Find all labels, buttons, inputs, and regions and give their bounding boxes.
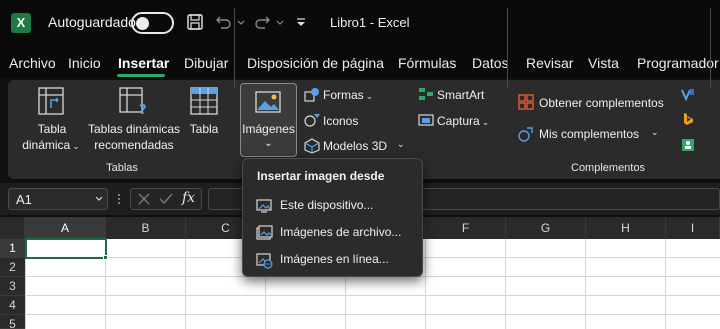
menu-item-stock-images[interactable]: Imágenes de archivo... [253,221,418,245]
my-addins-icon [518,127,533,142]
online-images-icon [256,253,273,269]
tab-datos[interactable]: Datos [472,55,509,71]
ribbon-tabs: Archivo Inicio Insertar Dibujar Disposic… [0,46,720,78]
screenshot-icon [418,114,434,126]
pivot-table-icon [38,87,64,115]
tab-revisar[interactable]: Revisar [526,55,573,71]
icons-icon [304,114,320,127]
tab-dibujar[interactable]: Dibujar [184,55,228,71]
column-header[interactable]: B [106,217,186,239]
group-label-tablas: Tablas [106,162,138,174]
people-graph-icon[interactable] [681,138,695,152]
tab-archivo[interactable]: Archivo [9,55,56,71]
shapes-button[interactable]: Formas ⌄ [323,88,373,102]
undo-icon[interactable] [214,13,232,31]
recommended-pivot-icon: ? [119,87,147,116]
3d-models-chevron-icon[interactable]: ⌄ [397,139,405,150]
smartart-label[interactable]: SmartArt [437,88,484,102]
bing-icon[interactable] [681,112,695,126]
redo-icon[interactable] [254,13,272,31]
row-header[interactable]: 2 [0,258,25,277]
column-header[interactable]: G [506,217,586,239]
menu-item-label: Imágenes de archivo... [280,225,402,239]
3d-models-label[interactable]: Modelos 3D [323,139,387,153]
tab-vista[interactable]: Vista [588,55,619,71]
tab-insertar[interactable]: Insertar [118,55,169,71]
get-addins-icon [518,94,534,110]
get-addins-label[interactable]: Obtener complementos [539,96,664,110]
customize-toolbar-icon[interactable] [294,13,308,31]
my-addins-chevron-icon[interactable]: ⌄ [651,127,659,138]
smartart-icon [419,88,433,100]
row-header[interactable]: 4 [0,296,25,315]
icons-label[interactable]: Iconos [323,114,358,128]
column-header[interactable]: H [586,217,666,239]
name-box[interactable]: A1 [8,188,108,210]
cancel-icon[interactable] [137,192,151,206]
recommended-pivot-label-2[interactable]: recomendadas [88,137,180,153]
my-addins-label[interactable]: Mis complementos [539,127,639,141]
images-chevron-icon: ⌄ [264,138,273,149]
chevron-down-icon: ⌄ [365,91,374,101]
picture-icon [255,91,281,113]
tab-inicio[interactable]: Inicio [68,55,101,71]
shapes-icon [304,88,319,102]
title-bar: X Autoguardado Libro1 - Excel [0,0,720,46]
excel-logo-icon: X [11,13,31,33]
table-icon [190,87,218,115]
autosave-label: Autoguardado [48,14,136,30]
screenshot-button[interactable]: Captura ⌄ [437,114,489,128]
chevron-down-icon: ⌄ [481,117,490,127]
fill-handle[interactable] [103,255,108,260]
select-all-corner[interactable] [0,217,25,239]
undo-dropdown-chevron-icon[interactable] [236,13,246,31]
row-header[interactable]: 1 [0,239,25,258]
stock-images-icon [256,225,273,240]
formula-bar-grip-icon [118,194,120,204]
pivot-table-label-2: dinámica [22,138,71,152]
column-header[interactable]: F [426,217,506,239]
svg-text:?: ? [139,103,147,116]
recommended-pivot-label-1[interactable]: Tablas dinámicas [88,121,180,137]
chevron-down-icon: ⌄ [72,141,80,151]
table-label[interactable]: Tabla [186,121,222,137]
menu-item-label: Este dispositivo... [280,198,374,212]
group-separator [710,8,711,88]
shapes-label: Formas [323,88,364,102]
group-separator [507,8,508,88]
redo-dropdown-chevron-icon[interactable] [275,13,285,31]
column-header[interactable]: I [666,217,720,239]
tab-disposicion-pagina[interactable]: Disposición de página [247,55,384,71]
tab-formulas[interactable]: Fórmulas [398,55,456,71]
pivot-table-button[interactable]: dinámica ⌄ [20,137,82,154]
save-icon[interactable] [186,13,204,31]
screenshot-label: Captura [437,114,480,128]
menu-item-online-images[interactable]: Imágenes en línea... [253,248,418,272]
device-image-icon [256,199,272,213]
autosave-toggle[interactable] [131,12,174,34]
column-header[interactable]: A [25,217,106,239]
dropdown-header: Insertar imagen desde [257,169,385,183]
group-separator [234,8,235,88]
menu-item-label: Imágenes en línea... [280,252,389,266]
row-header[interactable]: 3 [0,277,25,296]
active-cell[interactable] [25,238,107,259]
3d-models-icon [304,138,320,154]
pivot-table-label-1[interactable]: Tabla [22,121,82,137]
group-label-complementos: Complementos [571,162,645,174]
tab-programador[interactable]: Programador [637,55,719,71]
images-label: Imágenes [242,122,295,136]
row-header[interactable]: 5 [0,315,25,329]
menu-item-this-device[interactable]: Este dispositivo... [253,194,418,218]
insert-image-dropdown: Insertar imagen desde Este dispositivo..… [242,158,423,277]
enter-check-icon[interactable] [159,192,173,206]
name-box-chevron-icon[interactable] [94,193,104,205]
toggle-knob [136,17,149,30]
visio-icon[interactable] [681,87,695,101]
insert-function-icon[interactable]: fx [182,190,195,206]
document-title: Libro1 - Excel [330,15,410,30]
active-tab-indicator [117,74,165,77]
